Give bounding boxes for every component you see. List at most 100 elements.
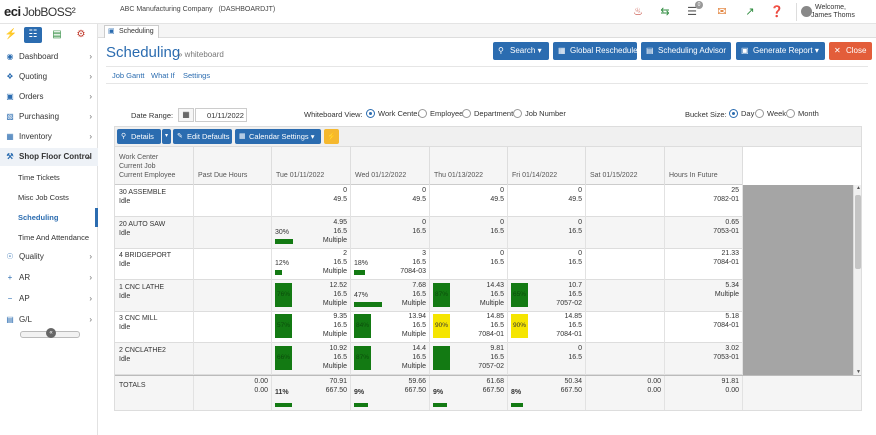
day-cell[interactable]: 0 16.5 <box>351 216 430 249</box>
day-cell[interactable]: 14.85 16.5 7084-01 90% <box>430 311 508 343</box>
sidebar-item-ap[interactable]: − AP › <box>0 290 98 308</box>
future-hours-cell[interactable]: 25 7082-01 <box>665 185 743 217</box>
chat-icon[interactable]: ✉ <box>714 4 730 20</box>
sidebar-sub-misc-job-costs[interactable]: Misc Job Costs <box>0 188 98 207</box>
day-cell[interactable]: 13.94 16.5 Multiple 84% <box>351 311 430 343</box>
table-row[interactable]: 3 CNC MILL Idle 9.35 16.5 Multiple 57% 13.94 16… <box>115 311 743 343</box>
details-button[interactable]: ⚲ Details <box>117 129 161 144</box>
col-header-day[interactable]: Thu 01/13/2022 <box>430 147 508 185</box>
edit-defaults-button[interactable]: ✎ Edit Defaults <box>173 129 232 144</box>
calendar-icon[interactable]: ▦ <box>178 108 194 122</box>
day-cell[interactable]: 4.95 16.5 Multiple 30% <box>272 216 351 249</box>
view-option-job-number[interactable]: Job Number <box>513 109 566 119</box>
table-row[interactable]: 20 AUTO SAW Idle 4.95 16.5 Multiple 30% 0 16.5 0… <box>115 216 743 249</box>
sidebar-item-shop-floor-control[interactable]: ⚒ Shop Floor Control ⌄ <box>0 148 98 166</box>
sidebar-collapse-handle[interactable]: « <box>20 328 80 338</box>
day-cell[interactable]: 7.68 16.5 Multiple 47% <box>351 279 430 312</box>
day-cell[interactable] <box>586 311 665 343</box>
bucket-option-month[interactable]: Month <box>786 109 819 119</box>
sidebar-sub-time-tickets[interactable]: Time Tickets <box>0 168 98 187</box>
work-center-header[interactable]: Work Center Current Job Current Employee <box>115 147 194 185</box>
tab-scheduling[interactable]: ▣ Scheduling <box>104 25 159 38</box>
sidebar-item-dashboard[interactable]: ◉ Dashboard › <box>0 48 98 66</box>
past-due-cell[interactable] <box>194 342 272 375</box>
gear-icon[interactable]: ⚙ <box>72 27 90 43</box>
col-header-day[interactable]: Tue 01/11/2022 <box>272 147 351 185</box>
details-dropdown-button[interactable]: ▾ <box>162 129 171 144</box>
day-cell[interactable]: 3 16.5 7084-03 18% <box>351 248 430 280</box>
app-logo[interactable]: eci JobBOSS² <box>4 4 76 19</box>
lightning-icon[interactable]: ⚡ <box>2 27 20 43</box>
close-button[interactable]: ✕ Close <box>829 42 872 60</box>
col-header-past-due[interactable]: Past Due Hours <box>194 147 272 185</box>
future-hours-cell[interactable]: 21.33 7084-01 <box>665 248 743 280</box>
day-cell[interactable] <box>586 279 665 312</box>
scroll-up-icon[interactable]: ▲ <box>854 185 861 191</box>
sidebar-item-quoting[interactable]: ❖ Quoting › <box>0 68 98 86</box>
settings-link[interactable]: Settings <box>183 71 210 80</box>
past-due-cell[interactable] <box>194 216 272 249</box>
table-row[interactable]: 2 CNCLATHE2 Idle 10.92 16.5 Multiple 66% 14.4 1… <box>115 342 743 375</box>
past-due-cell[interactable] <box>194 248 272 280</box>
day-cell[interactable]: 0 49.5 <box>430 185 508 217</box>
refresh-icon[interactable]: ⇆ <box>657 4 673 20</box>
future-hours-cell[interactable]: 5.34 Multiple <box>665 279 743 312</box>
lightning-button[interactable]: ⚡ <box>324 129 339 144</box>
day-cell[interactable] <box>586 248 665 280</box>
sidebar-sub-time-and-attendance[interactable]: Time And Attendance <box>0 228 98 247</box>
sidebar-item-gl[interactable]: ▤ G/L › <box>0 311 98 329</box>
day-cell[interactable]: 0 16.5 <box>430 248 508 280</box>
sidebar-item-inventory[interactable]: ▦ Inventory › <box>0 128 98 146</box>
day-cell[interactable]: 14.4 16.5 Multiple 87% <box>351 342 430 375</box>
sidebar-item-purchasing[interactable]: ▧ Purchasing › <box>0 108 98 126</box>
view-option-department[interactable]: Department <box>462 109 513 119</box>
day-cell[interactable]: 0 16.5 <box>508 342 586 375</box>
past-due-cell[interactable] <box>194 311 272 343</box>
day-cell[interactable]: 0 49.5 <box>351 185 430 217</box>
day-cell[interactable]: 0 16.5 <box>508 216 586 249</box>
table-row[interactable]: 4 BRIDGEPORT Idle 2 16.5 Multiple 12% 3 16.5 708… <box>115 248 743 280</box>
work-center-cell[interactable]: 30 ASSEMBLE Idle <box>115 185 194 217</box>
col-header-day[interactable]: Sat 01/15/2022 <box>586 147 665 185</box>
vertical-scrollbar[interactable]: ▲ ▼ <box>853 185 861 375</box>
org-chart-icon[interactable]: ☰ 0 <box>684 1 703 20</box>
external-link-icon[interactable]: ↗ <box>742 4 758 20</box>
help-icon[interactable]: ❓ <box>769 4 785 20</box>
day-cell[interactable]: 0 16.5 <box>430 216 508 249</box>
day-cell[interactable]: 2 16.5 Multiple 12% <box>272 248 351 280</box>
day-cell[interactable]: 14.43 16.5 Multiple 87% <box>430 279 508 312</box>
table-row[interactable]: 30 ASSEMBLE Idle 0 49.5 0 49.5 0 49.5 0 49.5 25 708… <box>115 185 743 217</box>
past-due-cell[interactable] <box>194 279 272 312</box>
future-hours-cell[interactable]: 5.18 7084-01 <box>665 311 743 343</box>
bucket-option-week[interactable]: Week <box>755 109 786 119</box>
day-cell[interactable]: 0 49.5 <box>272 185 351 217</box>
user-menu[interactable]: Welcome, James Thoms <box>796 3 855 21</box>
what-if-link[interactable]: What If <box>151 71 175 80</box>
day-cell[interactable] <box>586 342 665 375</box>
day-cell[interactable]: 0 16.5 <box>508 248 586 280</box>
day-cell[interactable]: 10.92 16.5 Multiple 66% <box>272 342 351 375</box>
col-header-day[interactable]: Wed 01/12/2022 <box>351 147 430 185</box>
global-reschedule-button[interactable]: ▦ Global Reschedule <box>553 42 638 60</box>
work-center-cell[interactable]: 4 BRIDGEPORT Idle <box>115 248 194 280</box>
past-due-cell[interactable] <box>194 185 272 217</box>
future-hours-cell[interactable]: 3.02 7053-01 <box>665 342 743 375</box>
sidebar-sub-scheduling[interactable]: Scheduling <box>0 208 98 227</box>
day-cell[interactable]: 10.7 16.5 7057-02 65% <box>508 279 586 312</box>
generate-report-button[interactable]: ▣ Generate Report ▾ <box>736 42 825 60</box>
bucket-option-day[interactable]: Day <box>729 109 754 119</box>
day-cell[interactable] <box>586 216 665 249</box>
work-center-cell[interactable]: 2 CNCLATHE2 Idle <box>115 342 194 375</box>
sidebar-item-ar[interactable]: + AR › <box>0 269 98 287</box>
calendar-settings-button[interactable]: ▦ Calendar Settings ▾ <box>235 129 321 144</box>
work-center-cell[interactable]: 1 CNC LATHE Idle <box>115 279 194 312</box>
scroll-thumb[interactable] <box>855 195 861 269</box>
work-center-cell[interactable]: 20 AUTO SAW Idle <box>115 216 194 249</box>
sidebar-item-quality[interactable]: ☉ Quality › <box>0 248 98 266</box>
search-button[interactable]: ⚲ Search ▾ <box>493 42 549 60</box>
col-header-hours-in-future[interactable]: Hours In Future <box>665 147 743 185</box>
sidebar-item-orders[interactable]: ▣ Orders › <box>0 88 98 106</box>
col-header-day[interactable]: Fri 01/14/2022 <box>508 147 586 185</box>
view-option-employee[interactable]: Employee <box>418 109 463 119</box>
future-hours-cell[interactable]: 0.65 7053-01 <box>665 216 743 249</box>
